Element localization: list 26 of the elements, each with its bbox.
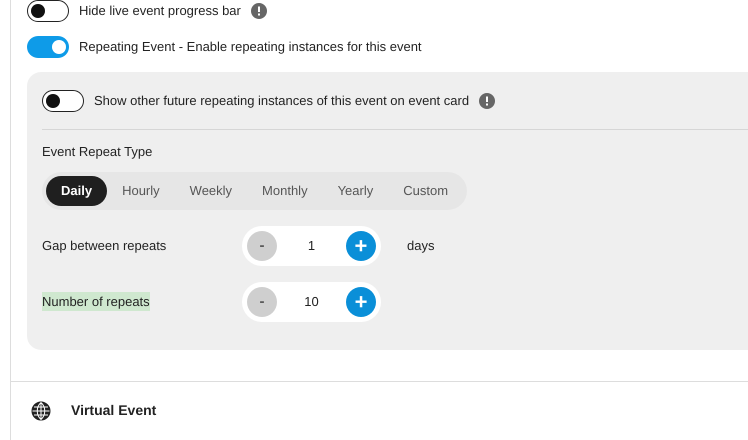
- field-label: Gap between repeats: [42, 238, 166, 253]
- increment-button[interactable]: +: [346, 286, 376, 316]
- repeat-type-tab[interactable]: Yearly: [322, 176, 388, 206]
- toggle-switch[interactable]: [27, 0, 69, 22]
- decrement-button[interactable]: -: [247, 286, 277, 316]
- toggle-label: Hide live event progress bar: [79, 2, 241, 20]
- info-icon: [250, 3, 267, 19]
- decrement-button[interactable]: -: [247, 230, 277, 260]
- repeat-type-tab[interactable]: Hourly: [107, 176, 175, 206]
- repeat-type-tab[interactable]: Daily: [46, 176, 108, 206]
- repeat-type-tab[interactable]: Weekly: [174, 176, 248, 206]
- info-icon: [479, 92, 496, 108]
- globe-icon: [31, 400, 51, 421]
- unit-label: days: [407, 236, 434, 255]
- increment-button[interactable]: +: [346, 230, 376, 260]
- field-label: Number of repeats: [42, 292, 150, 311]
- toggle-switch[interactable]: [42, 90, 84, 112]
- stepper-value[interactable]: 1: [308, 236, 316, 256]
- section-title[interactable]: Virtual Event: [71, 400, 156, 422]
- section-label: Event Repeat Type: [42, 143, 154, 161]
- toggle-switch[interactable]: [27, 36, 69, 58]
- toggle-label: Repeating Event - Enable repeating instances for this event: [79, 38, 422, 56]
- stepper-value[interactable]: 10: [304, 292, 319, 312]
- repeat-type-tab[interactable]: Monthly: [247, 176, 323, 206]
- toggle-label: Show other future repeating instances of this event on event card: [94, 92, 470, 110]
- repeat-type-tab[interactable]: Custom: [388, 176, 464, 206]
